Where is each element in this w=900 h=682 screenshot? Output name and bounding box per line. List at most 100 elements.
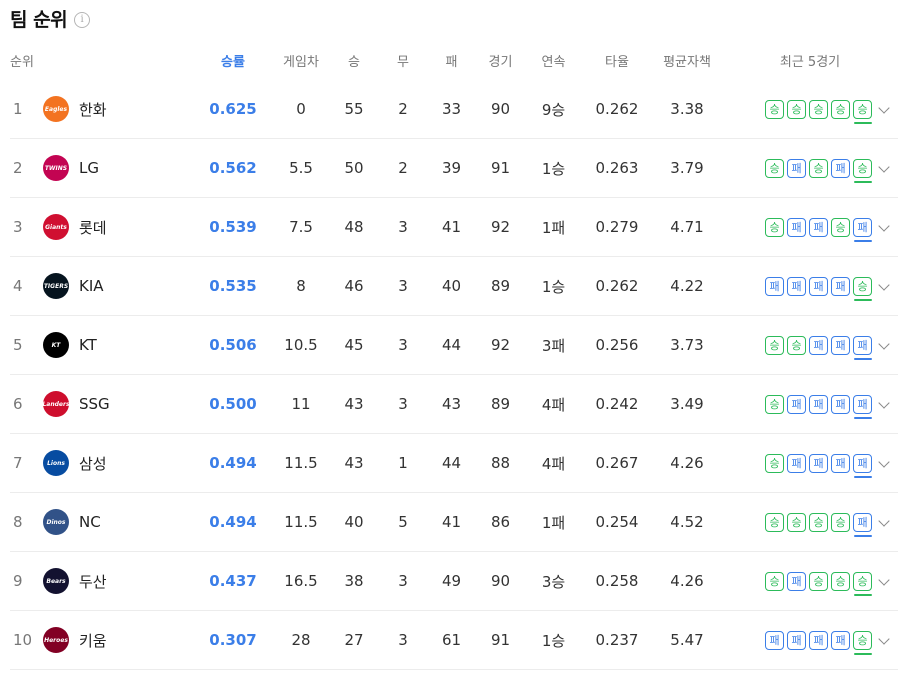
- team-link[interactable]: Dinos NC: [43, 493, 193, 551]
- result-badge-wrap: 승: [806, 512, 828, 532]
- pct-cell: 0.506: [193, 315, 273, 375]
- table-row[interactable]: 5 KT KT 0.506 10.5 45 3 44 92 3패 0.256 3.73 승 승 패 패 패: [10, 315, 898, 375]
- loss-badge: 패: [809, 276, 828, 296]
- streak-cell: 1패: [525, 197, 582, 257]
- gb-cell: 11: [273, 374, 329, 434]
- chevron-down-icon[interactable]: [878, 337, 890, 350]
- result-badge-wrap: 패: [828, 453, 850, 473]
- streak-cell: 3승: [525, 551, 582, 611]
- header-rank[interactable]: 순위: [10, 40, 43, 80]
- header-losses[interactable]: 패: [427, 40, 476, 80]
- recent-games: 승패패승패: [722, 217, 898, 242]
- result-badge-wrap: 승: [828, 217, 850, 237]
- result-badge-wrap: 패: [828, 158, 850, 178]
- team-name: 두산: [79, 572, 107, 591]
- table-row[interactable]: 8 Dinos NC 0.494 11.5 40 5 41 86 1패 0.254 4.52 승 승 승 승 패: [10, 492, 898, 552]
- recent-games: 승패패패패: [722, 394, 898, 419]
- team-cell: Bears 두산: [43, 551, 193, 611]
- header-avg[interactable]: 타율: [582, 40, 652, 80]
- wins-cell: 38: [329, 551, 379, 611]
- win-badge: 승: [853, 158, 872, 178]
- pct-cell: 0.494: [193, 492, 273, 552]
- win-badge: 승: [765, 99, 784, 119]
- loss-badge: 패: [765, 276, 784, 296]
- table-row[interactable]: 10 Heroes 키움 0.307 28 27 3 61 91 1승 0.237 5.47 패 패 패 패 승: [10, 610, 898, 670]
- team-link[interactable]: TIGERS KIA: [43, 257, 193, 315]
- result-badge-wrap: 승: [850, 276, 872, 301]
- wins-cell: 48: [329, 197, 379, 257]
- table-row[interactable]: 6 Landers SSG 0.500 11 43 3 43 89 4패 0.242 3.49 승 패 패 패…: [10, 374, 898, 434]
- twins-logo: TWINS: [43, 155, 69, 181]
- table-row[interactable]: 2 TWINS LG 0.562 5.5 50 2 39 91 1승 0.263 3.79 승 패 승 패 승: [10, 138, 898, 198]
- info-icon[interactable]: i: [74, 11, 91, 28]
- result-badge-wrap: 패: [806, 453, 828, 473]
- pct-cell: 0.437: [193, 551, 273, 611]
- header-gb[interactable]: 게임차: [273, 40, 329, 80]
- team-link[interactable]: Heroes 키움: [43, 611, 193, 669]
- team-name: 한화: [79, 100, 107, 119]
- gb-cell: 7.5: [273, 197, 329, 257]
- result-badge-wrap: 승: [784, 512, 806, 532]
- result-badge-wrap: 패: [762, 276, 784, 296]
- team-link[interactable]: Lions 삼성: [43, 434, 193, 492]
- loss-badge: 패: [787, 276, 806, 296]
- chevron-down-icon[interactable]: [878, 396, 890, 409]
- result-badge-wrap: 승: [762, 453, 784, 473]
- chevron-down-icon[interactable]: [878, 219, 890, 232]
- recent-cell: 승패승승승: [722, 551, 898, 611]
- win-badge: 승: [765, 217, 784, 237]
- table-row[interactable]: 4 TIGERS KIA 0.535 8 46 3 40 89 1승 0.262 4.22 패 패 패 패 승: [10, 256, 898, 316]
- result-badge-wrap: 승: [762, 571, 784, 591]
- team-link[interactable]: TWINS LG: [43, 139, 193, 197]
- chevron-down-icon[interactable]: [878, 101, 890, 114]
- chevron-down-icon[interactable]: [878, 514, 890, 527]
- recent-games: 승패패패패: [722, 453, 898, 478]
- games-cell: 92: [476, 315, 525, 375]
- team-link[interactable]: KT KT: [43, 316, 193, 374]
- team-link[interactable]: Bears 두산: [43, 552, 193, 610]
- team-link[interactable]: Giants 롯데: [43, 198, 193, 256]
- loss-badge: 패: [853, 335, 872, 355]
- loss-badge: 패: [831, 453, 850, 473]
- draws-cell: 3: [379, 610, 427, 670]
- era-cell: 4.71: [652, 197, 722, 257]
- table-row[interactable]: 9 Bears 두산 0.437 16.5 38 3 49 90 3승 0.258 4.26 승 패 승 승 승: [10, 551, 898, 611]
- team-link[interactable]: Eagles 한화: [43, 80, 193, 138]
- result-badge-wrap: 패: [850, 217, 872, 242]
- header-draws[interactable]: 무: [379, 40, 427, 80]
- result-badge-wrap: 승: [850, 158, 872, 183]
- team-link[interactable]: Landers SSG: [42, 375, 193, 433]
- streak-cell: 1승: [525, 610, 582, 670]
- streak-cell: 9승: [525, 80, 582, 139]
- rank-cell: 7: [10, 433, 43, 493]
- draws-cell: 2: [379, 138, 427, 198]
- header-streak[interactable]: 연속: [525, 40, 582, 80]
- era-cell: 4.26: [652, 433, 722, 493]
- table-row[interactable]: 3 Giants 롯데 0.539 7.5 48 3 41 92 1패 0.279 4.71 승 패 패 승 패: [10, 197, 898, 257]
- result-badge-wrap: 패: [850, 394, 872, 419]
- table-row[interactable]: 1 Eagles 한화 0.625 0 55 2 33 90 9승 0.262 3.38 승 승 승 승 승: [10, 80, 898, 139]
- loss-badge: 패: [831, 276, 850, 296]
- header-pct[interactable]: 승률: [193, 40, 273, 80]
- header-era[interactable]: 평균자책: [652, 40, 722, 80]
- streak-cell: 1패: [525, 492, 582, 552]
- chevron-down-icon[interactable]: [878, 573, 890, 586]
- result-badge-wrap: 승: [762, 158, 784, 178]
- table-row[interactable]: 7 Lions 삼성 0.494 11.5 43 1 44 88 4패 0.267 4.26 승 패 패 패 패: [10, 433, 898, 493]
- chevron-down-icon[interactable]: [878, 160, 890, 173]
- result-badge-wrap: 승: [762, 335, 784, 355]
- pct-cell: 0.494: [193, 433, 273, 493]
- chevron-down-icon[interactable]: [878, 632, 890, 645]
- giants-logo: Giants: [43, 214, 69, 240]
- chevron-down-icon[interactable]: [878, 455, 890, 468]
- wins-cell: 43: [329, 374, 379, 434]
- era-cell: 4.22: [652, 256, 722, 316]
- result-badge-wrap: 승: [762, 512, 784, 532]
- chevron-down-icon[interactable]: [878, 278, 890, 291]
- result-badge-wrap: 패: [784, 276, 806, 296]
- loss-badge: 패: [787, 453, 806, 473]
- header-recent: 최근 5경기: [779, 54, 841, 70]
- header-games[interactable]: 경기: [476, 40, 525, 80]
- avg-cell: 0.279: [582, 197, 652, 257]
- header-wins[interactable]: 승: [329, 40, 379, 80]
